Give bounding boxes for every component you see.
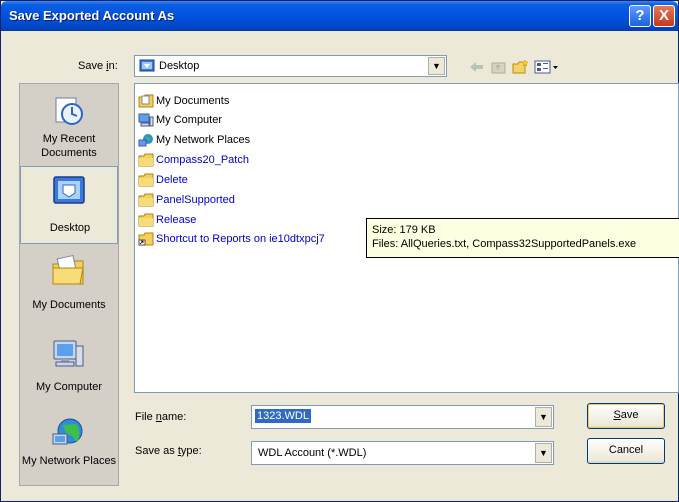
folder-icon (138, 193, 154, 207)
place-desktop[interactable]: Desktop (20, 166, 118, 244)
tooltip-size: Size: 179 KB (372, 224, 436, 236)
folder-icon (138, 173, 154, 187)
network-places-icon (138, 134, 153, 147)
cancel-button[interactable]: Cancel (587, 438, 665, 464)
place-label: My Documents (32, 299, 106, 311)
chevron-down-icon[interactable]: ▼ (535, 443, 552, 463)
chevron-down-icon[interactable]: ▼ (535, 407, 552, 427)
place-label: My Recent Documents (41, 133, 97, 159)
recent-documents-icon (55, 97, 83, 125)
save-in-combo[interactable]: Desktop ▼ (134, 55, 447, 77)
place-label: Desktop (49, 222, 91, 234)
list-item-folder[interactable]: Compass20_Patch (138, 153, 249, 170)
save-as-type-label: Save as type: (135, 445, 202, 457)
save-in-value: Desktop (159, 60, 200, 72)
save-button[interactable]: Save (587, 403, 665, 429)
new-folder-icon[interactable] (511, 58, 531, 76)
list-item-folder[interactable]: Delete (138, 173, 188, 190)
list-item-my-network-places[interactable]: My Network Places (138, 133, 250, 150)
back-icon[interactable] (467, 58, 487, 76)
list-item-my-computer[interactable]: My Computer (138, 113, 222, 130)
tooltip-files: Files: AllQueries.txt, Compass32Supporte… (372, 238, 637, 250)
my-computer-icon (53, 340, 84, 367)
save-dialog: Save Exported Account As ? X Save in: De… (0, 0, 679, 502)
list-item-folder[interactable]: PanelSupported (138, 193, 235, 210)
place-my-documents[interactable]: My Documents (20, 248, 118, 326)
close-button[interactable]: X (653, 5, 675, 27)
network-places-icon (52, 418, 83, 445)
window-title: Save Exported Account As (9, 8, 175, 23)
save-in-label: Save in: (78, 60, 118, 72)
my-documents-icon (52, 254, 84, 285)
views-menu-icon[interactable] (533, 58, 561, 76)
save-as-type-value: WDL Account (*.WDL) (258, 447, 367, 459)
desktop-icon (53, 176, 85, 204)
up-folder-icon[interactable] (489, 58, 509, 76)
place-label: My Network Places (21, 455, 117, 467)
desktop-icon (139, 59, 155, 72)
file-name-label: File name: (135, 411, 187, 423)
title-bar[interactable]: Save Exported Account As ? X (1, 1, 678, 31)
place-label: My Computer (35, 381, 103, 393)
file-name-value: 1323.WDL (255, 409, 311, 423)
save-as-type-select[interactable]: WDL Account (*.WDL) ▼ (251, 441, 554, 465)
file-name-field[interactable]: 1323.WDL ▼ (251, 405, 554, 429)
place-my-recent-documents[interactable]: My Recent Documents (20, 86, 118, 164)
my-documents-icon (138, 94, 154, 108)
folder-icon (138, 153, 154, 167)
place-my-network-places[interactable]: My Network Places (20, 410, 118, 488)
list-item-shortcut[interactable]: Shortcut to Reports on ie10dtxpcj7 (138, 232, 325, 249)
help-button[interactable]: ? (629, 5, 651, 27)
list-item-my-documents[interactable]: My Documents (138, 94, 229, 111)
my-computer-icon (138, 113, 154, 127)
shortcut-folder-icon (138, 232, 154, 246)
file-info-tooltip: Size: 179 KB Files: AllQueries.txt, Comp… (366, 218, 679, 258)
list-item-folder[interactable]: Release (138, 213, 196, 230)
places-bar: My Recent Documents Desktop My Documents (19, 83, 119, 486)
chevron-down-icon[interactable]: ▼ (428, 57, 445, 75)
place-my-computer[interactable]: My Computer (20, 330, 118, 408)
folder-icon (138, 213, 154, 227)
